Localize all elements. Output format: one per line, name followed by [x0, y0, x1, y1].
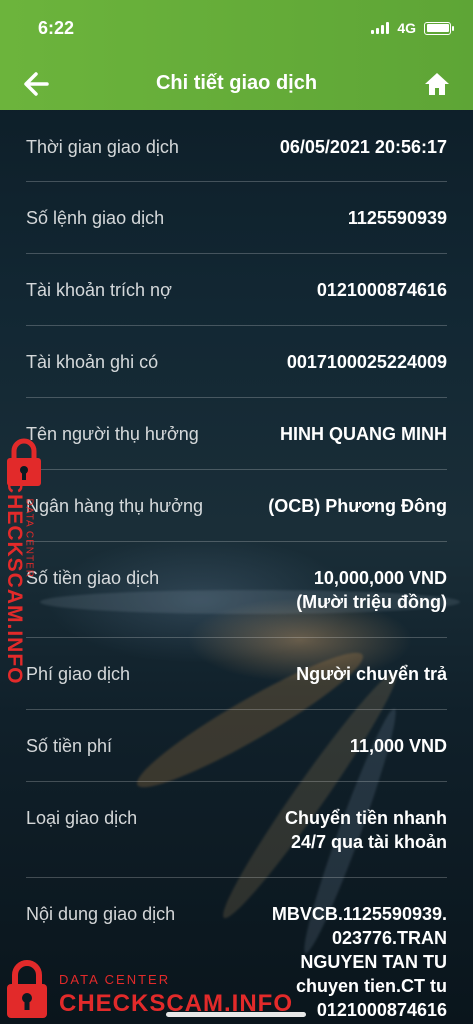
detail-label: Tài khoản trích nợ — [26, 280, 172, 300]
detail-value: 11,000 VND — [349, 736, 447, 756]
detail-value: 1125590939 — [347, 208, 447, 228]
detail-value: Chuyển tiền nhanh 24/7 qua tài khoản — [285, 806, 447, 854]
detail-row-credit-account: Tài khoản ghi có 0017100025224009 — [26, 326, 447, 398]
lock-icon — [7, 960, 47, 1018]
detail-label: Số tiền phí — [26, 736, 113, 756]
network-type: 4G — [397, 20, 416, 36]
watermark-small-text: DATA CENTER — [59, 972, 171, 987]
detail-value: HINH QUANG MINH — [280, 424, 447, 444]
detail-row-transaction-type: Loại giao dịch Chuyển tiền nhanh 24/7 qu… — [26, 782, 447, 878]
detail-row-fee-payer: Phí giao dịch Người chuyển trả — [26, 638, 447, 710]
content-line-2: 023776.TRAN — [331, 928, 447, 948]
detail-row-fee-amount: Số tiền phí 11,000 VND — [26, 710, 447, 782]
status-time: 6:22 — [38, 18, 75, 38]
detail-row-time: Thời gian giao dịch 06/05/2021 20:56:17 — [26, 110, 447, 182]
type-line-2: 24/7 qua tài khoản — [290, 832, 447, 852]
page-title: Chi tiết giao dịch — [155, 72, 318, 94]
detail-label: Ngân hàng thụ hưởng — [26, 496, 203, 516]
detail-row-amount: Số tiền giao dịch 10,000,000 VND (Mười t… — [26, 542, 447, 638]
amount-number: 10,000,000 VND — [313, 568, 447, 588]
transaction-details: Thời gian giao dịch 06/05/2021 20:56:17 … — [0, 110, 473, 1024]
home-button[interactable] — [423, 70, 451, 98]
cellular-signal-icon — [371, 22, 390, 34]
battery-icon — [424, 21, 454, 35]
detail-value: 0121000874616 — [316, 280, 447, 300]
amount-in-words: (Mười triệu đồng) — [296, 592, 447, 612]
top-app-bar: 6:22 4G Chi tiết giao dịch — [0, 0, 473, 110]
detail-label: Thời gian giao dịch — [26, 137, 179, 157]
watermark-big-text: CHECKSCAM.INFO — [3, 478, 26, 685]
detail-row-beneficiary-bank: Ngân hàng thụ hưởng (OCB) Phương Đông — [26, 470, 447, 542]
detail-row-order-number: Số lệnh giao dịch 1125590939 — [26, 182, 447, 254]
detail-value: 0017100025224009 — [286, 352, 447, 372]
detail-label: Loại giao dịch — [26, 808, 138, 828]
watermark-side: DATA CENTER CHECKSCAM.INFO — [2, 438, 52, 685]
detail-value: 06/05/2021 20:56:17 — [279, 137, 447, 157]
status-indicators: 4G — [371, 20, 454, 36]
detail-value: Người chuyển trả — [296, 664, 447, 684]
detail-label: Số lệnh giao dịch — [26, 208, 165, 228]
detail-row-beneficiary-name: Tên người thụ hưởng HINH QUANG MINH — [26, 398, 447, 470]
home-icon — [425, 73, 449, 95]
detail-label: Tài khoản ghi có — [26, 352, 159, 372]
detail-value: (OCB) Phương Đông — [268, 496, 447, 516]
home-indicator[interactable] — [166, 1012, 306, 1017]
content-line-1: MBVCB.1125590939. — [271, 904, 447, 924]
detail-label: Nội dung giao dịch — [26, 904, 176, 924]
detail-value: 10,000,000 VND (Mười triệu đồng) — [296, 566, 447, 614]
detail-row-debit-account: Tài khoản trích nợ 0121000874616 — [26, 254, 447, 326]
type-line-1: Chuyển tiền nhanh — [285, 808, 447, 828]
